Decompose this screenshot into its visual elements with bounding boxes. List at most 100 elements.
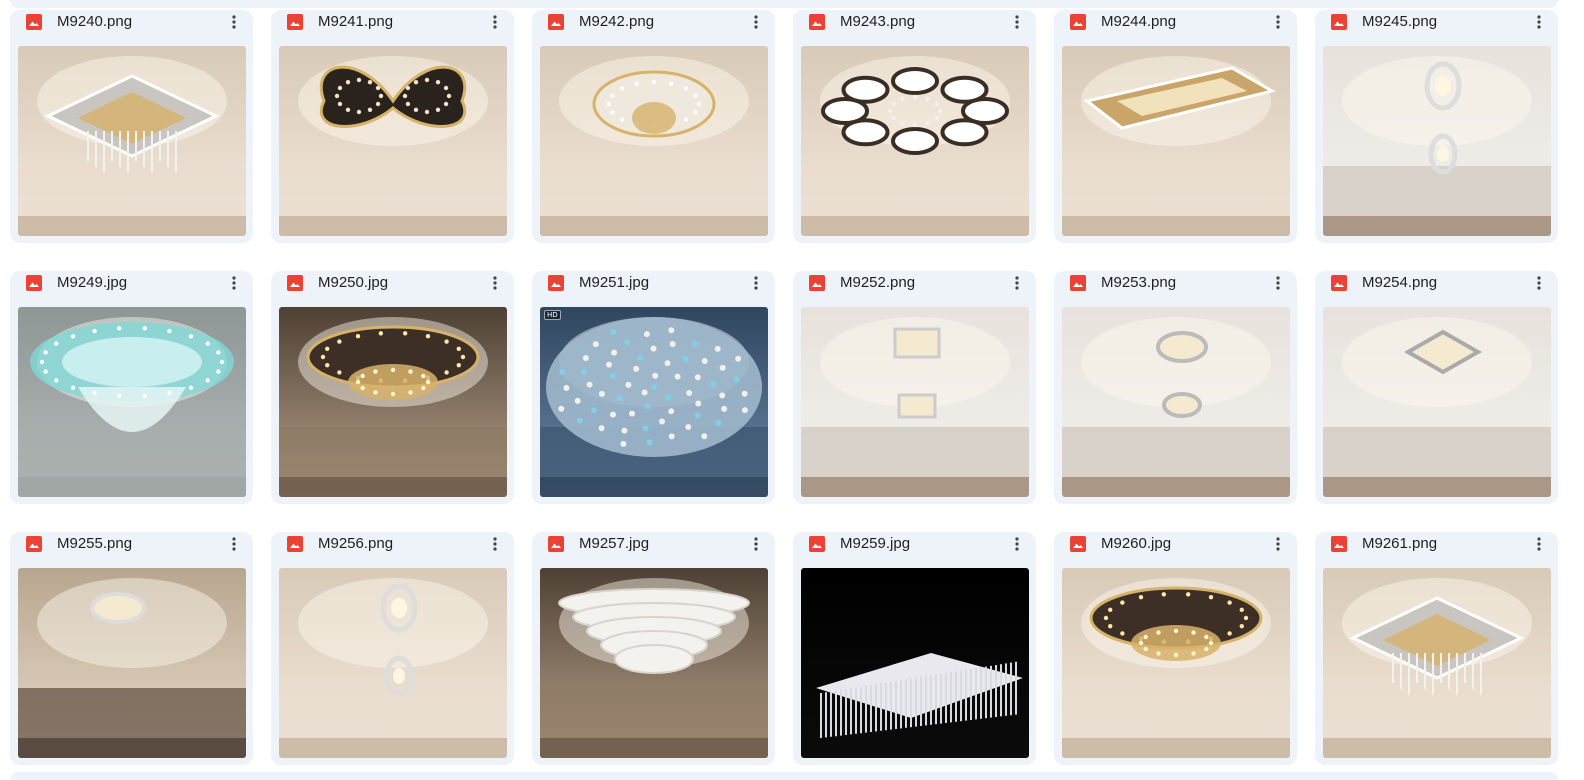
- file-thumbnail[interactable]: [801, 46, 1029, 236]
- file-card-header: M9256.png: [271, 532, 514, 568]
- file-grid: M9240.png M9241.png M9242.png M9243.png M924…: [10, 10, 1558, 765]
- more-vertical-icon[interactable]: [745, 533, 767, 555]
- file-card-header: M9243.png: [793, 10, 1036, 46]
- file-card-header: M9245.png: [1315, 10, 1558, 46]
- file-card[interactable]: M9255.png: [10, 532, 253, 765]
- file-card-header: M9250.jpg: [271, 271, 514, 307]
- file-card[interactable]: M9257.jpg: [532, 532, 775, 765]
- file-card[interactable]: M9250.jpg: [271, 271, 514, 504]
- more-vertical-icon[interactable]: [1267, 272, 1289, 294]
- file-thumbnail[interactable]: [18, 46, 246, 236]
- file-card[interactable]: M9251.jpg HD: [532, 271, 775, 504]
- file-thumbnail[interactable]: [18, 307, 246, 497]
- file-card-header: M9251.jpg: [532, 271, 775, 307]
- file-thumbnail[interactable]: [801, 307, 1029, 497]
- more-vertical-icon[interactable]: [223, 272, 245, 294]
- file-thumbnail[interactable]: [1062, 46, 1290, 236]
- file-card[interactable]: M9244.png: [1054, 10, 1297, 243]
- image-file-icon: [548, 275, 564, 291]
- file-name: M9241.png: [318, 13, 394, 30]
- file-name: M9253.png: [1101, 274, 1177, 291]
- file-card[interactable]: M9253.png: [1054, 271, 1297, 504]
- file-thumbnail[interactable]: [1323, 46, 1551, 236]
- image-file-icon: [548, 14, 564, 30]
- file-name: M9244.png: [1101, 13, 1177, 30]
- image-file-icon: [809, 536, 825, 552]
- image-file-icon: [26, 275, 42, 291]
- more-vertical-icon[interactable]: [1267, 533, 1289, 555]
- image-file-icon: [1070, 275, 1086, 291]
- file-thumbnail[interactable]: [1323, 307, 1551, 497]
- image-file-icon: [1331, 275, 1347, 291]
- file-thumbnail[interactable]: [1062, 307, 1290, 497]
- file-card-header: M9259.jpg: [793, 532, 1036, 568]
- more-vertical-icon[interactable]: [484, 11, 506, 33]
- file-name: M9250.jpg: [318, 274, 389, 291]
- file-thumbnail[interactable]: [279, 307, 507, 497]
- more-vertical-icon[interactable]: [1006, 272, 1028, 294]
- file-card-header: M9260.jpg: [1054, 532, 1297, 568]
- file-card[interactable]: M9261.png: [1315, 532, 1558, 765]
- more-vertical-icon[interactable]: [484, 272, 506, 294]
- file-card-header: M9261.png: [1315, 532, 1558, 568]
- file-card[interactable]: M9243.png: [793, 10, 1036, 243]
- file-card[interactable]: M9254.png: [1315, 271, 1558, 504]
- file-name: M9251.jpg: [579, 274, 650, 291]
- file-thumbnail[interactable]: [540, 568, 768, 758]
- file-card-header: M9255.png: [10, 532, 253, 568]
- file-card[interactable]: M9249.jpg: [10, 271, 253, 504]
- file-card[interactable]: M9260.jpg: [1054, 532, 1297, 765]
- file-thumbnail[interactable]: [18, 568, 246, 758]
- file-thumbnail[interactable]: HD: [540, 307, 768, 497]
- file-name: M9243.png: [840, 13, 916, 30]
- more-vertical-icon[interactable]: [1006, 11, 1028, 33]
- file-card[interactable]: M9256.png: [271, 532, 514, 765]
- file-thumbnail[interactable]: [1062, 568, 1290, 758]
- file-name: M9249.jpg: [57, 274, 128, 291]
- more-vertical-icon[interactable]: [745, 11, 767, 33]
- file-thumbnail[interactable]: [279, 46, 507, 236]
- file-card[interactable]: M9259.jpg: [793, 532, 1036, 765]
- file-thumbnail[interactable]: [801, 568, 1029, 758]
- more-vertical-icon[interactable]: [1528, 533, 1550, 555]
- file-name: M9260.jpg: [1101, 535, 1172, 552]
- file-thumbnail[interactable]: [540, 46, 768, 236]
- file-thumbnail[interactable]: [1323, 568, 1551, 758]
- file-card[interactable]: M9240.png: [10, 10, 253, 243]
- more-vertical-icon[interactable]: [1006, 533, 1028, 555]
- more-vertical-icon[interactable]: [484, 533, 506, 555]
- file-card-header: M9254.png: [1315, 271, 1558, 307]
- file-name: M9252.png: [840, 274, 916, 291]
- file-card[interactable]: M9241.png: [271, 10, 514, 243]
- image-file-icon: [548, 536, 564, 552]
- more-vertical-icon[interactable]: [1528, 11, 1550, 33]
- file-card-header: M9242.png: [532, 10, 775, 46]
- image-file-icon: [287, 275, 303, 291]
- file-card-header: M9257.jpg: [532, 532, 775, 568]
- more-vertical-icon[interactable]: [1267, 11, 1289, 33]
- file-name: M9254.png: [1362, 274, 1438, 291]
- image-file-icon: [26, 14, 42, 30]
- file-card[interactable]: M9242.png: [532, 10, 775, 243]
- file-name: M9259.jpg: [840, 535, 911, 552]
- more-vertical-icon[interactable]: [745, 272, 767, 294]
- file-card-header: M9241.png: [271, 10, 514, 46]
- image-file-icon: [809, 275, 825, 291]
- file-name: M9255.png: [57, 535, 133, 552]
- file-name: M9257.jpg: [579, 535, 650, 552]
- image-file-icon: [809, 14, 825, 30]
- file-thumbnail[interactable]: [279, 568, 507, 758]
- file-card-header: M9240.png: [10, 10, 253, 46]
- next-row-edge: [10, 772, 1558, 780]
- file-card[interactable]: M9252.png: [793, 271, 1036, 504]
- hd-badge: HD: [544, 310, 561, 320]
- file-name: M9261.png: [1362, 535, 1438, 552]
- file-card-header: M9244.png: [1054, 10, 1297, 46]
- file-card[interactable]: M9245.png: [1315, 10, 1558, 243]
- image-file-icon: [1070, 536, 1086, 552]
- image-file-icon: [287, 536, 303, 552]
- more-vertical-icon[interactable]: [1528, 272, 1550, 294]
- more-vertical-icon[interactable]: [223, 11, 245, 33]
- more-vertical-icon[interactable]: [223, 533, 245, 555]
- file-name: M9256.png: [318, 535, 394, 552]
